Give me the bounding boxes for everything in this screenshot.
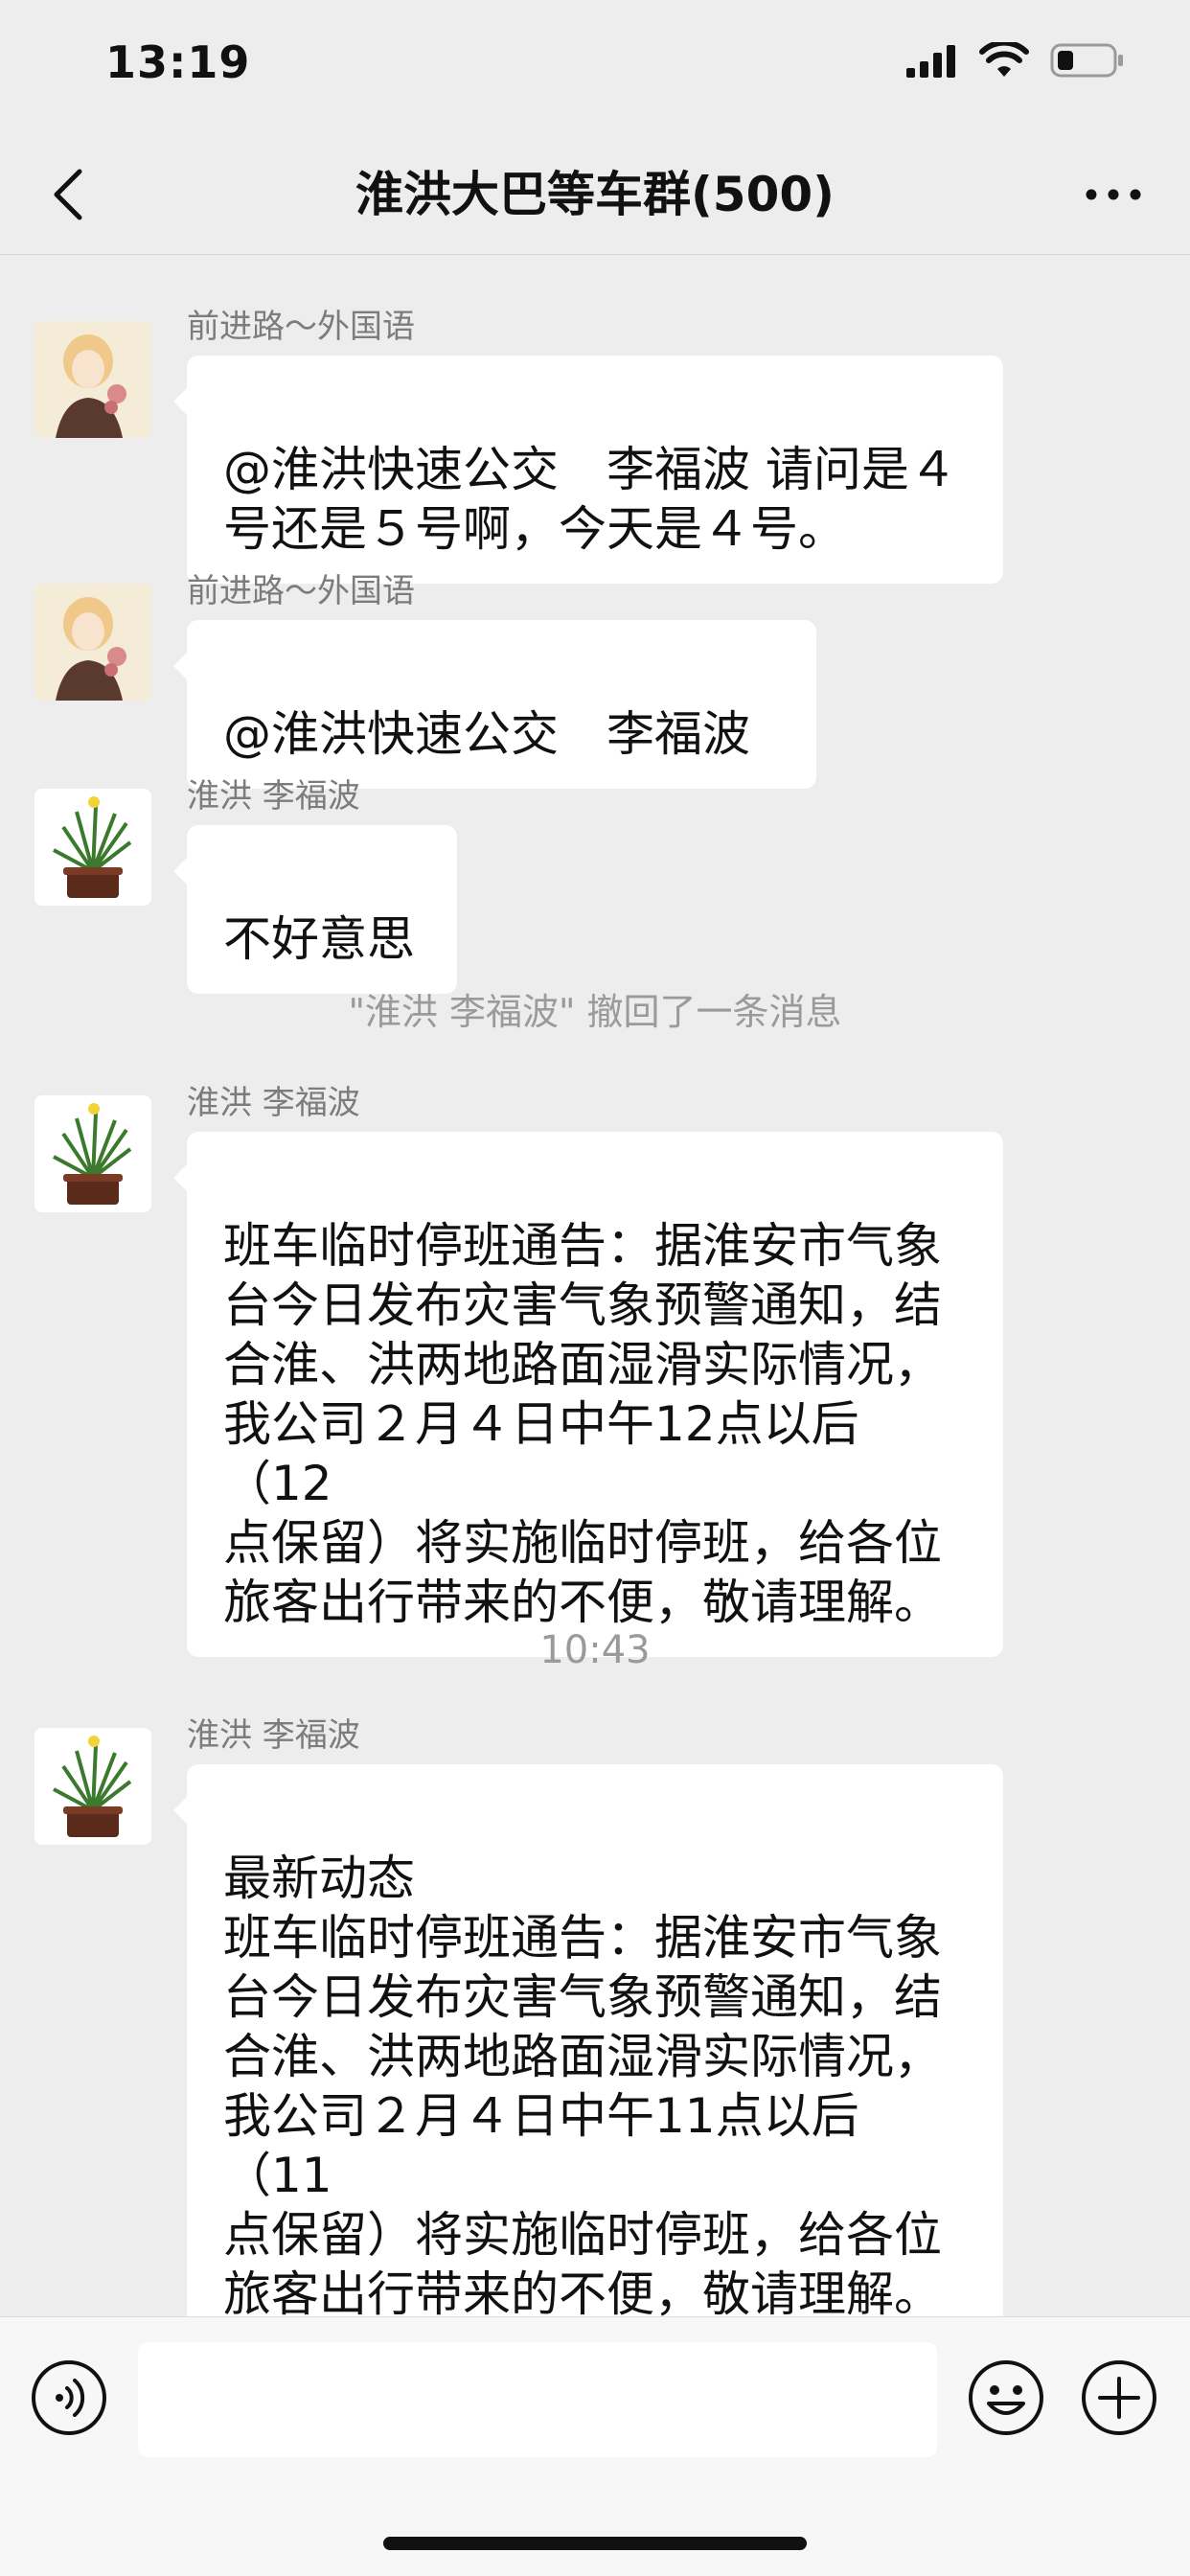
message-sender: 淮洪 李福波 xyxy=(187,1716,360,1755)
message-bubble[interactable]: @淮洪快速公交 李福波 xyxy=(173,620,816,789)
recall-notice: "淮洪 李福波" 撤回了一条消息 xyxy=(348,991,842,1033)
avatar[interactable] xyxy=(34,789,151,906)
message-sender: 淮洪 李福波 xyxy=(187,1084,360,1122)
voice-icon xyxy=(32,2360,106,2435)
emoji-button[interactable] xyxy=(968,2359,1044,2436)
status-time: 13:19 xyxy=(105,36,251,88)
signal-icon xyxy=(906,45,955,78)
status-bar: 13:19 xyxy=(0,0,1190,134)
message-sender: 前进路～外国语 xyxy=(187,572,415,610)
status-icons xyxy=(906,42,1125,79)
avatar[interactable] xyxy=(34,584,151,701)
avatar[interactable] xyxy=(34,1728,151,1845)
home-indicator[interactable] xyxy=(383,2537,807,2550)
chat-messages[interactable]: 前进路～外国语 @淮洪快速公交 李福波 请问是４ 号还是５号啊，今天是４号。 前… xyxy=(0,256,1190,2316)
message-sender: 前进路～外国语 xyxy=(187,308,415,346)
message-bubble[interactable]: @淮洪快速公交 李福波 请问是４ 号还是５号啊，今天是４号。 xyxy=(173,356,1003,584)
message-text: 最新动态 班车临时停班通告：据淮安市气象 台今日发布灾害气象预警通知，结 合淮、… xyxy=(223,1851,942,2316)
wifi-icon xyxy=(979,42,1029,77)
timestamp: 10:43 xyxy=(539,1628,651,1672)
voice-button[interactable] xyxy=(31,2359,107,2436)
plus-button[interactable] xyxy=(1081,2359,1157,2436)
message-text: @淮洪快速公交 李福波 请问是４ 号还是５号啊，今天是４号。 xyxy=(223,442,957,557)
avatar[interactable] xyxy=(34,321,151,438)
plus-icon xyxy=(1082,2360,1156,2435)
message-sender: 淮洪 李福波 xyxy=(187,777,360,816)
message-text: 不好意思 xyxy=(223,911,415,967)
message-text: @淮洪快速公交 李福波 xyxy=(223,706,750,762)
message-input[interactable] xyxy=(138,2342,937,2457)
message-bubble[interactable]: 班车临时停班通告：据淮安市气象 台今日发布灾害气象预警通知，结 合淮、洪两地路面… xyxy=(173,1132,1003,1657)
chat-title: 淮洪大巴等车群(500) xyxy=(355,167,835,222)
nav-bar: 淮洪大巴等车群(500) xyxy=(0,134,1190,255)
message-bubble[interactable]: 最新动态 班车临时停班通告：据淮安市气象 台今日发布灾害气象预警通知，结 合淮、… xyxy=(173,1764,1003,2316)
message-bubble[interactable]: 不好意思 xyxy=(173,825,457,994)
message-text: 班车临时停班通告：据淮安市气象 台今日发布灾害气象预警通知，结 合淮、洪两地路面… xyxy=(223,1218,942,1630)
more-dots-icon xyxy=(1086,189,1141,200)
more-button[interactable] xyxy=(1075,159,1152,230)
emoji-icon xyxy=(969,2360,1043,2435)
avatar[interactable] xyxy=(34,1095,151,1212)
battery-icon xyxy=(1050,43,1123,78)
